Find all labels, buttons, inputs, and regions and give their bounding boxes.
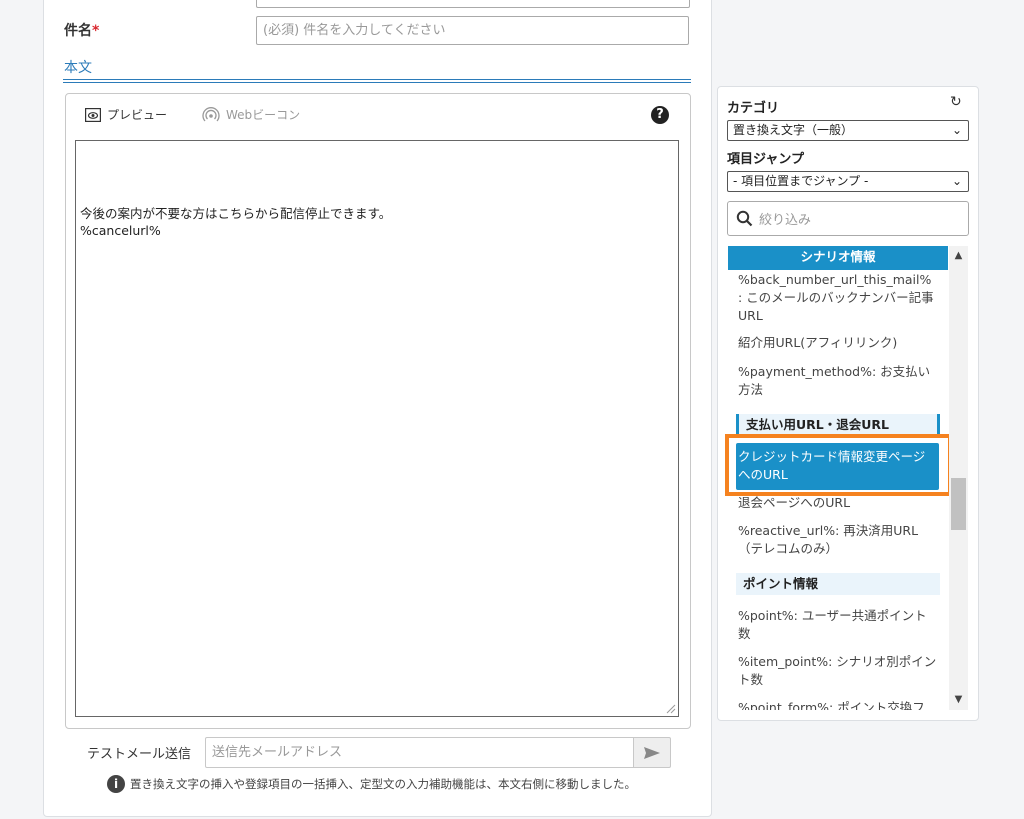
jump-label: 項目ジャンプ (727, 152, 804, 167)
list-item-reactive[interactable]: %reactive_url%: 再決済用URL（テレコムのみ） (738, 522, 938, 558)
list-item-point[interactable]: %point%: ユーザー共通ポイント数 (738, 607, 938, 643)
filter-placeholder: 絞り込み (759, 213, 812, 228)
list-item-backnumber[interactable]: %back_number_url_this_mail% : このメールのバックナ… (738, 271, 938, 325)
replacement-list[interactable]: シナリオ情報 %back_number_url_this_mail% : このメ… (728, 246, 968, 710)
chevron-down-icon: ⌄ (951, 174, 962, 188)
mail-body-editor[interactable]: 今後の案内が不要な方はこちらから配信停止できます。 %cancelurl% (75, 140, 679, 717)
chevron-down-icon: ⌄ (951, 123, 962, 137)
scroll-down-icon[interactable]: ▼ (949, 692, 968, 708)
subject-label: 件名* (64, 23, 100, 39)
help-icon[interactable]: ? (651, 106, 669, 124)
preview-icon (85, 107, 101, 122)
test-mail-input[interactable]: 送信先メールアドレス (205, 737, 634, 768)
list-item-item-point[interactable]: %item_point%: シナリオ別ポイント数 (738, 653, 938, 689)
list-item-credit-card-selected[interactable]: クレジットカード情報変更ページへのURL (736, 443, 939, 490)
section-header-points: ポイント情報 (736, 573, 940, 595)
web-beacon-label: Webビーコン (226, 108, 301, 122)
test-mail-label: テストメール送信 (87, 747, 192, 762)
refresh-icon[interactable]: ↻ (950, 94, 962, 110)
preview-label: プレビュー (107, 108, 168, 122)
list-item-withdraw[interactable]: 退会ページへのURL (738, 494, 938, 512)
beacon-icon (202, 106, 220, 121)
previous-field-input[interactable] (256, 0, 690, 8)
category-label: カテゴリ (727, 101, 780, 116)
send-icon (644, 746, 660, 759)
jump-select[interactable]: - 項目位置までジャンプ - ⌄ (727, 171, 969, 192)
scroll-thumb[interactable] (951, 478, 966, 530)
resize-handle-icon[interactable] (666, 704, 676, 714)
notice-line: i 置き換え文字の挿入や登録項目の一括挿入、定型文の入力補助機能は、本文右側に移… (107, 775, 636, 793)
heading-divider (63, 79, 691, 80)
list-item-payment-method[interactable]: %payment_method%: お支払い方法 (738, 363, 938, 399)
search-icon (736, 210, 753, 227)
section-header-payment: 支払い用URL・退会URL (736, 414, 940, 436)
body-heading: 本文 (64, 60, 92, 76)
list-item-point-form[interactable]: %point_form%: ポイント交換フ (738, 699, 938, 710)
required-mark: * (92, 23, 100, 39)
web-beacon-button[interactable]: Webビーコン (202, 106, 300, 123)
filter-input[interactable]: 絞り込み (727, 201, 969, 236)
section-header-scenario: シナリオ情報 (728, 246, 948, 270)
category-select[interactable]: 置き換え文字（一般） ⌄ (727, 120, 969, 141)
scroll-up-icon[interactable]: ▲ (949, 248, 968, 264)
heading-divider-secondary (63, 82, 691, 83)
jump-value: - 項目位置までジャンプ - (733, 174, 869, 188)
list-item-affiliate[interactable]: 紹介用URL(アフィリリンク) (738, 334, 938, 352)
preview-button[interactable]: プレビュー (85, 106, 167, 123)
category-value: 置き換え文字（一般） (733, 123, 854, 137)
subject-input[interactable]: (必須) 件名を入力してください (256, 16, 689, 45)
editor-line: 今後の案内が不要な方はこちらから配信停止できます。 (80, 206, 392, 221)
list-scrollbar[interactable]: ▲ ▼ (949, 246, 968, 710)
info-icon: i (107, 775, 125, 793)
notice-text: 置き換え文字の挿入や登録項目の一括挿入、定型文の入力補助機能は、本文右側に移動し… (130, 777, 636, 791)
send-test-button[interactable] (633, 737, 671, 768)
editor-line: %cancelurl% (80, 223, 161, 238)
